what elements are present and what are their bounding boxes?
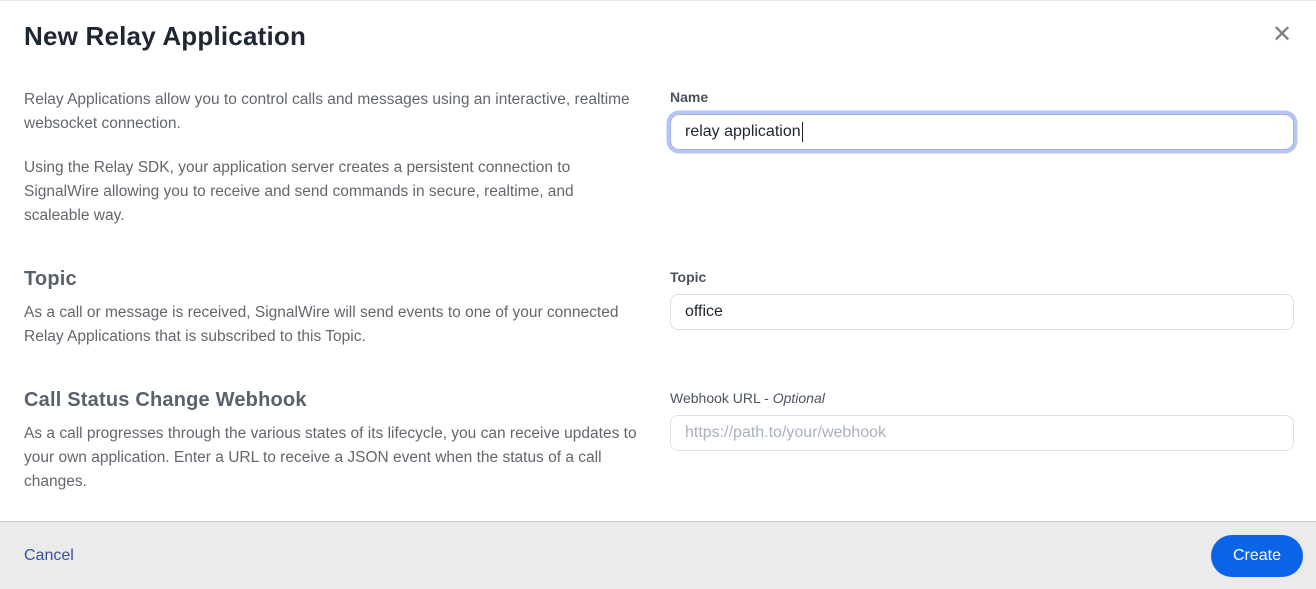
name-input[interactable]: relay application [670, 114, 1294, 150]
webhook-field-label: Webhook URL - Optional [670, 390, 825, 406]
row-intro: Relay Applications allow you to control … [24, 88, 1294, 228]
topic-input[interactable] [670, 294, 1294, 330]
name-input-value: relay application [685, 123, 801, 140]
topic-section-description: As a call or message is received, Signal… [24, 304, 619, 345]
topic-field-label: Topic [670, 269, 707, 285]
modal-body: Relay Applications allow you to control … [0, 88, 1316, 494]
close-button[interactable]: ✕ [1268, 21, 1296, 49]
webhook-section-heading: Call Status Change Webhook [24, 389, 307, 411]
webhook-optional-label: Optional [772, 390, 825, 406]
webhook-text-block: Call Status Change Webhook As a call pro… [24, 389, 640, 494]
intro-text-block: Relay Applications allow you to control … [24, 88, 640, 228]
topic-section-heading: Topic [24, 268, 77, 290]
text-cursor [801, 122, 804, 142]
page-title: New Relay Application [24, 21, 307, 51]
intro-paragraph-2: Using the Relay SDK, your application se… [24, 159, 574, 224]
webhook-url-input[interactable] [670, 415, 1294, 451]
row-topic: Topic As a call or message is received, … [24, 268, 1294, 349]
cancel-button[interactable]: Cancel [24, 547, 74, 565]
modal-footer: Cancel Create [0, 521, 1316, 589]
create-button[interactable]: Create [1210, 534, 1303, 577]
name-field-group: Name relay application [670, 88, 1294, 150]
row-webhook: Call Status Change Webhook As a call pro… [24, 389, 1294, 494]
topic-text-block: Topic As a call or message is received, … [24, 268, 640, 349]
intro-paragraph-1: Relay Applications allow you to control … [24, 91, 630, 132]
name-field-label: Name [670, 89, 709, 105]
webhook-field-group: Webhook URL - Optional [670, 389, 1294, 451]
topic-field-group: Topic [670, 268, 1294, 330]
close-icon: ✕ [1271, 21, 1293, 48]
modal-header: New Relay Application ✕ [0, 1, 1316, 52]
webhook-section-description: As a call progresses through the various… [24, 425, 637, 490]
